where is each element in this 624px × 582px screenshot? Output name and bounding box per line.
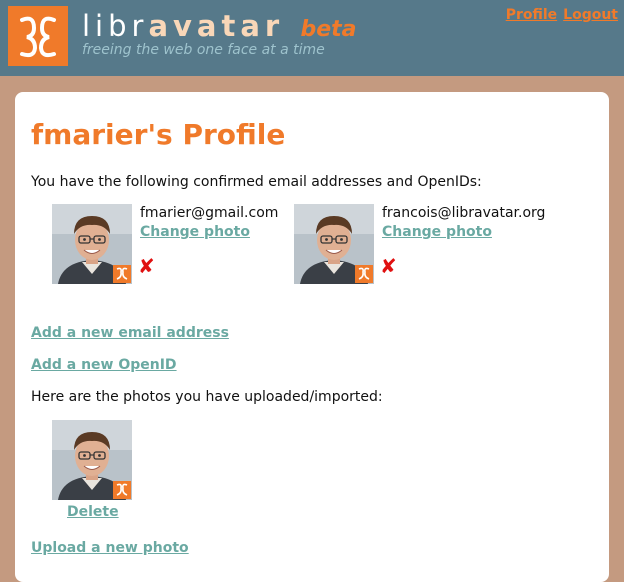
top-nav: Profile Logout [500,7,618,23]
add-openid-link[interactable]: Add a new OpenID [31,357,177,373]
libravatar-badge-icon [113,265,131,283]
avatar [52,420,132,500]
content-panel: fmarier's Profile You have the following… [15,92,609,582]
confirmed-entry: fmarier@gmail.com Change photo ✘ [52,204,292,286]
brand-light: libr [82,9,149,43]
delete-photo-link[interactable]: Delete [67,504,119,520]
upload-photo-link[interactable]: Upload a new photo [31,540,189,556]
add-email-link[interactable]: Add a new email address [31,325,229,341]
entry-email: francois@libravatar.org [382,205,546,221]
brand-beta: beta [300,17,357,42]
red-x-icon[interactable]: ✘ [138,254,155,278]
logout-link[interactable]: Logout [563,7,618,23]
site-header: libravatar beta freeing the web one face… [0,0,624,76]
photos-intro: Here are the photos you have uploaded/im… [31,389,383,405]
libravatar-badge-icon [113,481,131,499]
change-photo-link[interactable]: Change photo [140,224,250,240]
site-tagline: freeing the web one face at a time [82,42,325,58]
uploaded-photo[interactable] [52,420,132,500]
libravatar-logo-icon[interactable] [8,6,68,66]
avatar [52,204,132,284]
confirmed-entry: francois@libravatar.org Change photo ✘ [294,204,584,286]
confirmed-intro: You have the following confirmed email a… [31,174,482,190]
page-title: fmarier's Profile [31,118,286,151]
red-x-icon[interactable]: ✘ [380,254,397,278]
brand-strong: avatar [148,9,285,43]
entry-email: fmarier@gmail.com [140,205,279,221]
libravatar-badge-icon [355,265,373,283]
change-photo-link[interactable]: Change photo [382,224,492,240]
profile-link[interactable]: Profile [506,7,557,23]
avatar [294,204,374,284]
